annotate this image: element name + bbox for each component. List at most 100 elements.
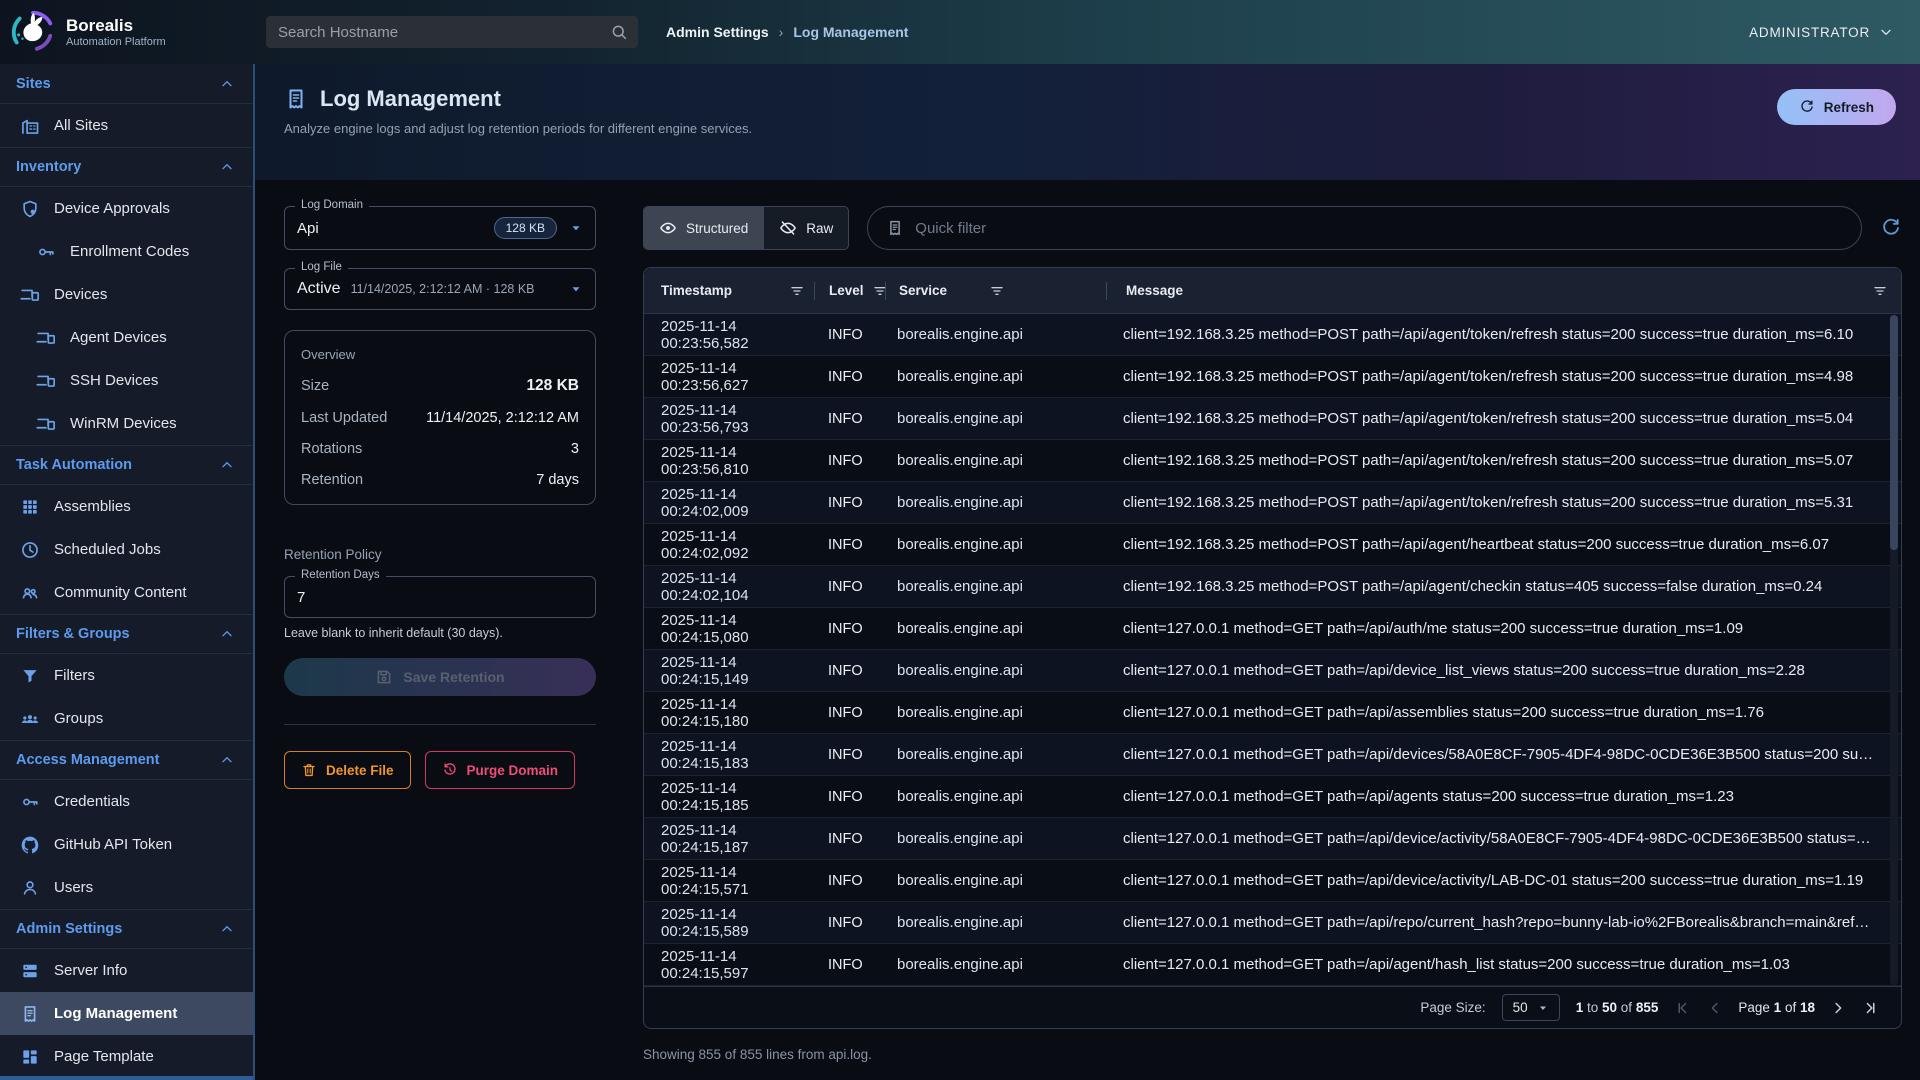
history-icon	[442, 762, 458, 778]
service-cell: borealis.engine.api	[884, 536, 1104, 553]
filter-icon[interactable]	[1872, 283, 1888, 299]
sidebar-item-enrollment-codes[interactable]: Enrollment Codes	[0, 230, 253, 273]
level-cell: INFO	[814, 579, 884, 595]
log-row[interactable]: 2025-11-14 00:24:15,080INFOborealis.engi…	[644, 608, 1901, 650]
retention-days-field[interactable]: Retention Days	[284, 576, 596, 618]
raw-toggle[interactable]: Raw	[763, 207, 848, 249]
quick-filter[interactable]	[867, 206, 1862, 250]
sidebar-item-ssh-devices[interactable]: SSH Devices	[0, 359, 253, 402]
column-header-level[interactable]: Level	[815, 283, 885, 299]
retention-days-input[interactable]	[297, 589, 583, 606]
breadcrumb-admin-settings[interactable]: Admin Settings	[666, 24, 769, 40]
log-row[interactable]: 2025-11-14 00:24:15,589INFOborealis.engi…	[644, 902, 1901, 944]
view-mode-toggle: Structured Raw	[643, 206, 849, 250]
log-row[interactable]: 2025-11-14 00:24:02,009INFOborealis.engi…	[644, 482, 1901, 524]
user-menu[interactable]: ADMINISTRATOR	[1749, 24, 1894, 40]
sidebar-item-label: Credentials	[54, 793, 130, 810]
level-cell: INFO	[814, 369, 884, 385]
delete-file-button[interactable]: Delete File	[284, 751, 411, 789]
save-retention-button[interactable]: Save Retention	[284, 658, 596, 696]
log-domain-value: Api	[297, 220, 319, 237]
log-row[interactable]: 2025-11-14 00:24:15,183INFOborealis.engi…	[644, 734, 1901, 776]
sidebar-item-agent-devices[interactable]: Agent Devices	[0, 316, 253, 359]
log-row[interactable]: 2025-11-14 00:24:02,092INFOborealis.engi…	[644, 524, 1901, 566]
sidebar-section-task-automation[interactable]: Task Automation	[0, 445, 253, 485]
previous-page-icon[interactable]	[1706, 999, 1724, 1017]
last-page-icon[interactable]	[1861, 999, 1879, 1017]
sidebar-item-log-management[interactable]: Log Management	[0, 992, 253, 1035]
sidebar-item-winrm-devices[interactable]: WinRM Devices	[0, 402, 253, 445]
column-header-timestamp[interactable]: Timestamp	[644, 283, 814, 299]
sidebar-item-credentials[interactable]: Credentials	[0, 780, 253, 823]
log-row[interactable]: 2025-11-14 00:23:56,810INFOborealis.engi…	[644, 440, 1901, 482]
hostname-search[interactable]	[266, 16, 638, 48]
next-page-icon[interactable]	[1829, 999, 1847, 1017]
sidebar-item-filters[interactable]: Filters	[0, 654, 253, 697]
sidebar-item-page-template[interactable]: Page Template	[0, 1035, 253, 1078]
log-row[interactable]: 2025-11-14 00:24:15,185INFOborealis.engi…	[644, 776, 1901, 818]
sidebar-item-community-content[interactable]: Community Content	[0, 571, 253, 614]
refresh-button[interactable]: Refresh	[1777, 89, 1896, 125]
sidebar-section-sites[interactable]: Sites	[0, 64, 253, 104]
section-label: Task Automation	[16, 457, 132, 473]
sidebar-section-inventory[interactable]: Inventory	[0, 147, 253, 187]
table-scrollbar[interactable]	[1890, 315, 1898, 985]
log-row[interactable]: 2025-11-14 00:24:15,187INFOborealis.engi…	[644, 818, 1901, 860]
breadcrumb-log-management[interactable]: Log Management	[793, 24, 908, 40]
table-refresh-icon[interactable]	[1880, 217, 1902, 239]
sidebar-item-scheduled-jobs[interactable]: Scheduled Jobs	[0, 528, 253, 571]
lines-summary: Showing 855 of 855 lines from api.log.	[643, 1047, 1902, 1062]
filter-icon[interactable]	[789, 283, 805, 299]
filter-icon[interactable]	[989, 283, 1005, 299]
timestamp-cell: 2025-11-14 00:23:56,582	[644, 318, 814, 352]
service-cell: borealis.engine.api	[884, 914, 1104, 931]
devices-icon	[36, 414, 56, 434]
trash-icon	[301, 762, 317, 778]
service-cell: borealis.engine.api	[884, 368, 1104, 385]
hostname-search-input[interactable]	[278, 24, 610, 41]
retention-days-label: Retention Days	[295, 569, 386, 581]
log-file-select[interactable]: Log File Active 11/14/2025, 2:12:12 AM ·…	[284, 268, 596, 310]
log-row[interactable]: 2025-11-14 00:23:56,793INFOborealis.engi…	[644, 398, 1901, 440]
log-row[interactable]: 2025-11-14 00:23:56,582INFOborealis.engi…	[644, 314, 1901, 356]
log-domain-select[interactable]: Log Domain Api 128 KB	[284, 206, 596, 250]
purge-domain-button[interactable]: Purge Domain	[425, 751, 576, 789]
first-page-icon[interactable]	[1674, 999, 1692, 1017]
page-size-select[interactable]: 50	[1502, 994, 1560, 1021]
sidebar-item-users[interactable]: Users	[0, 866, 253, 909]
log-row[interactable]: 2025-11-14 00:24:15,180INFOborealis.engi…	[644, 692, 1901, 734]
scrollbar-thumb[interactable]	[1890, 315, 1898, 550]
sidebar-item-label: Users	[54, 879, 93, 896]
overview-rows: Size128 KBLast Updated11/14/2025, 2:12:1…	[301, 377, 579, 488]
brand[interactable]: Borealis Automation Platform	[0, 9, 250, 55]
level-cell: INFO	[814, 789, 884, 805]
column-header-message[interactable]: Message	[1107, 283, 1901, 299]
log-row[interactable]: 2025-11-14 00:24:15,571INFOborealis.engi…	[644, 860, 1901, 902]
brand-tagline: Automation Platform	[66, 36, 166, 48]
log-row[interactable]: 2025-11-14 00:24:02,104INFOborealis.engi…	[644, 566, 1901, 608]
sidebar-item-assemblies[interactable]: Assemblies	[0, 485, 253, 528]
sidebar-item-github-api-token[interactable]: GitHub API Token	[0, 823, 253, 866]
log-icon	[886, 219, 904, 237]
structured-toggle[interactable]: Structured	[644, 207, 763, 249]
sidebar-section-admin-settings[interactable]: Admin Settings	[0, 909, 253, 949]
timestamp-cell: 2025-11-14 00:24:02,009	[644, 486, 814, 520]
log-row[interactable]: 2025-11-14 00:23:56,627INFOborealis.engi…	[644, 356, 1901, 398]
sidebar-item-label: GitHub API Token	[54, 836, 172, 853]
message-cell: client=127.0.0.1 method=GET path=/api/au…	[1104, 620, 1901, 637]
timestamp-cell: 2025-11-14 00:24:15,571	[644, 864, 814, 898]
sidebar-item-all-sites[interactable]: All Sites	[0, 104, 253, 147]
sidebar-section-filters-groups[interactable]: Filters & Groups	[0, 614, 253, 654]
log-row[interactable]: 2025-11-14 00:24:15,149INFOborealis.engi…	[644, 650, 1901, 692]
quick-filter-input[interactable]	[915, 220, 1843, 237]
sidebar-item-groups[interactable]: Groups	[0, 697, 253, 740]
groups-icon	[20, 709, 40, 729]
log-row[interactable]: 2025-11-14 00:24:15,597INFOborealis.engi…	[644, 944, 1901, 986]
sidebar-item-device-approvals[interactable]: Device Approvals	[0, 187, 253, 230]
service-cell: borealis.engine.api	[884, 620, 1104, 637]
sidebar-section-access-management[interactable]: Access Management	[0, 740, 253, 780]
sidebar-item-server-info[interactable]: Server Info	[0, 949, 253, 992]
level-cell: INFO	[814, 747, 884, 763]
column-header-service[interactable]: Service	[886, 283, 1106, 299]
sidebar-item-devices[interactable]: Devices	[0, 273, 253, 316]
